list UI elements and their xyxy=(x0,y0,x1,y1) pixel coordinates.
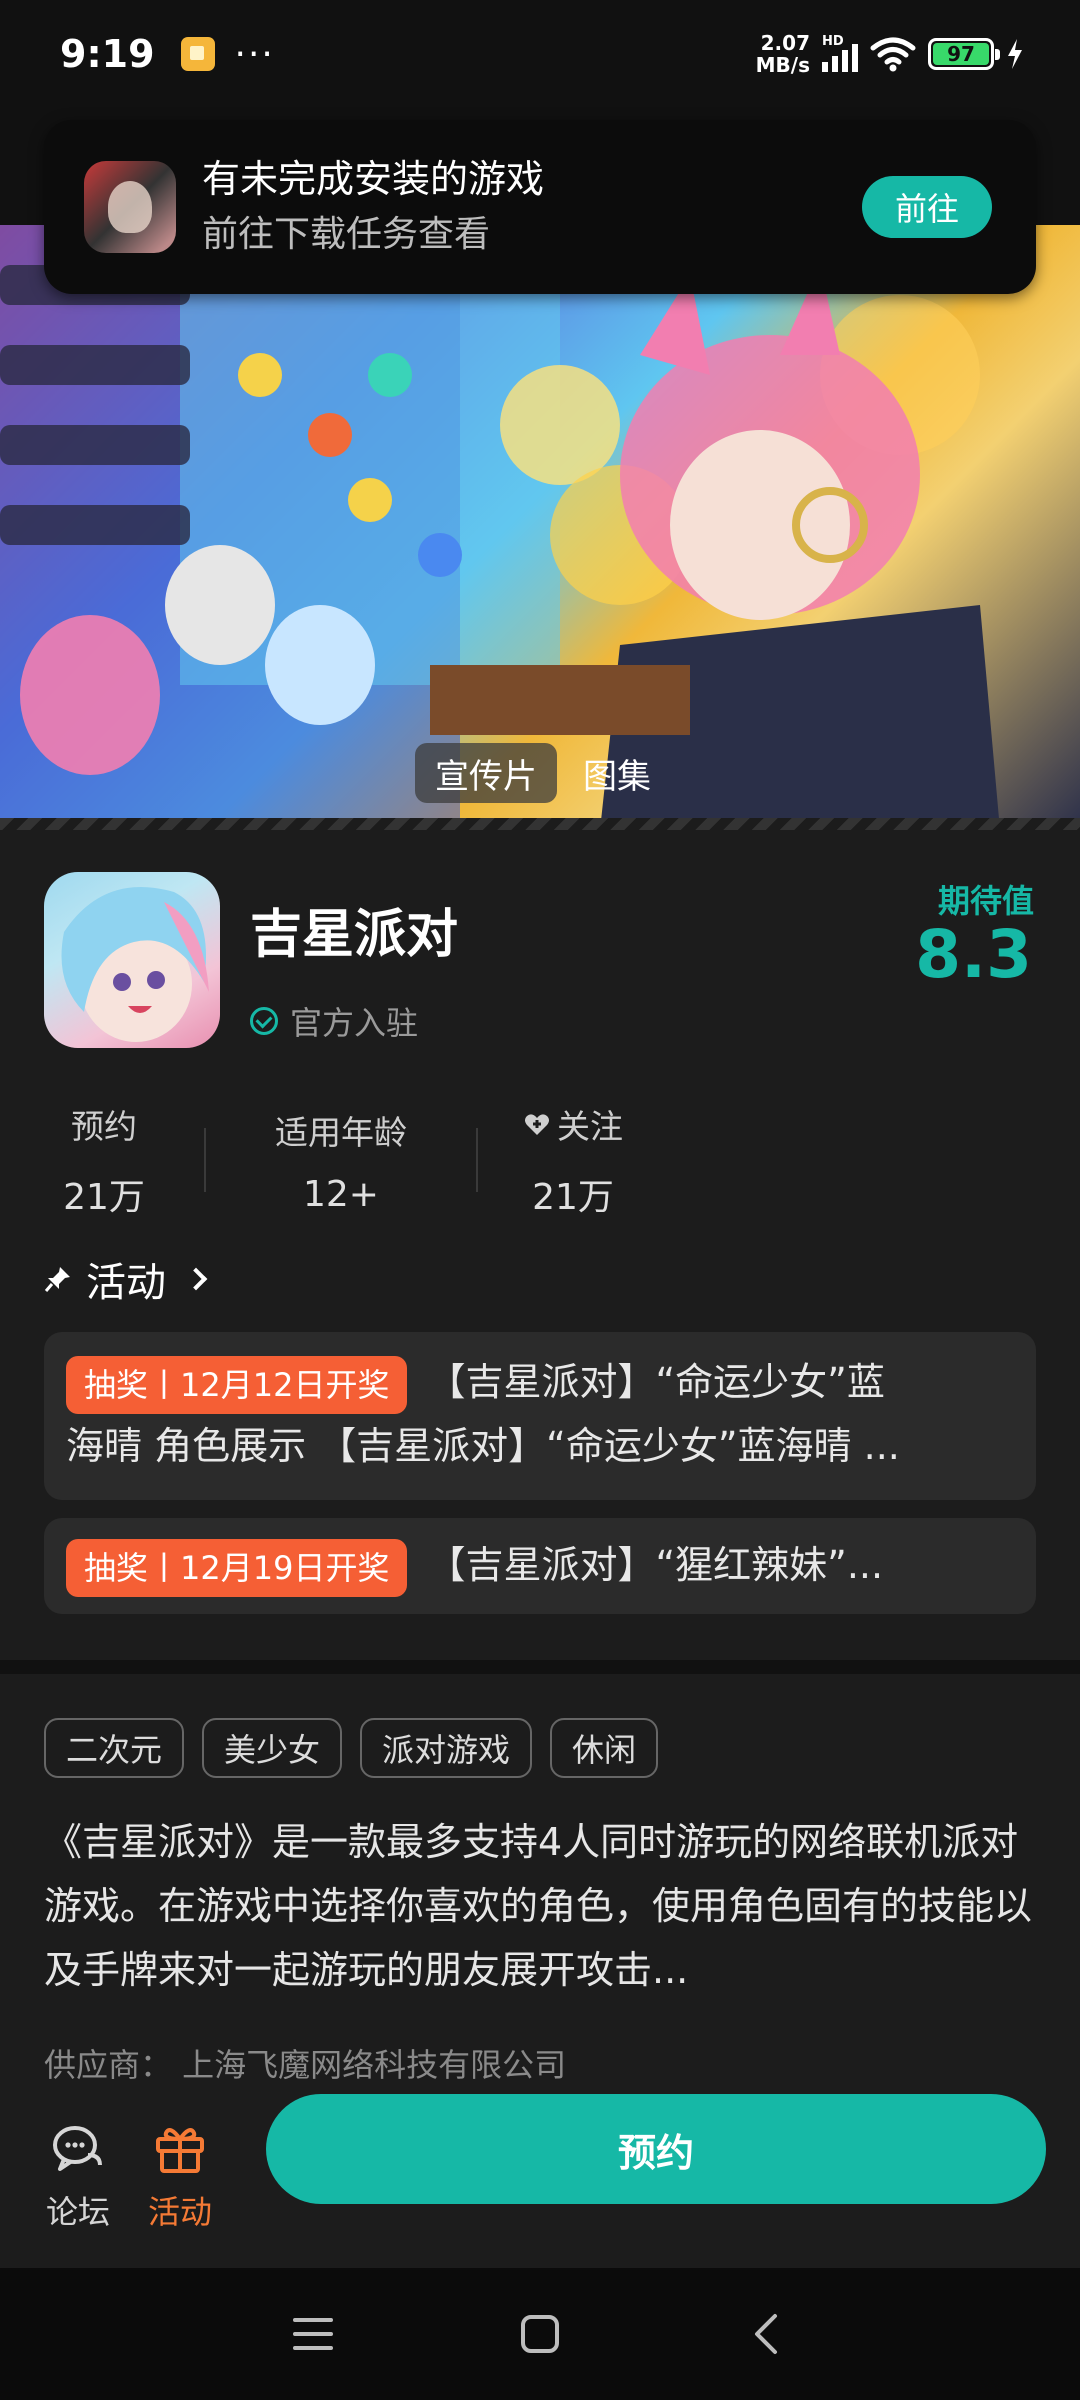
cell-signal-icon: HD xyxy=(822,34,858,72)
notification-text: 有未完成安装的游戏 前往下载任务查看 xyxy=(202,153,862,261)
activities-title: 活动 xyxy=(86,1260,166,1306)
install-notification[interactable]: 有未完成安装的游戏 前往下载任务查看 前往 xyxy=(44,120,1036,294)
activity-text-continued: 海晴 角色展示 【吉星派对】“命运少女”蓝海晴 ... xyxy=(66,1424,900,1468)
heart-plus-icon xyxy=(525,1114,549,1135)
status-time: 9:19 xyxy=(60,32,155,76)
game-description[interactable]: 《吉星派对》是一款最多支持4人同时游玩的网络联机派对游戏。在游戏中选择你喜欢的角… xyxy=(44,1810,1036,2002)
network-speed-unit: MB/s xyxy=(755,53,810,77)
media-banner[interactable]: 宣传片 图集 xyxy=(0,225,1080,830)
battery-level: 97 xyxy=(933,42,989,66)
home-button[interactable] xyxy=(510,2304,570,2364)
stat-divider xyxy=(204,1128,206,1192)
stat-age-rating: 适用年龄 12+ xyxy=(246,1106,436,1215)
status-bar: 9:19 ··· 2.07 MB/s HD 97 xyxy=(0,0,1080,108)
activity-text: 【吉星派对】“命运少女”蓝 xyxy=(427,1360,885,1404)
expectation-score: 8.3 xyxy=(915,916,1032,993)
stat-label: 预约 xyxy=(71,1107,137,1146)
description-section: 二次元 美少女 派对游戏 休闲 《吉星派对》是一款最多支持4人同时游玩的网络联机… xyxy=(0,1674,1080,2094)
tag-chip[interactable]: 派对游戏 xyxy=(360,1718,533,1778)
lottery-badge: 抽奖丨12月12日开奖 xyxy=(66,1355,408,1414)
reserve-button[interactable]: 预约 xyxy=(266,2094,1046,2204)
activity-label: 活动 xyxy=(148,2193,213,2231)
stat-divider xyxy=(476,1128,478,1192)
status-indicators: 2.07 MB/s HD 97 xyxy=(756,32,1024,76)
tag-chip[interactable]: 二次元 xyxy=(44,1718,185,1778)
back-button[interactable] xyxy=(737,2304,797,2364)
banner-divider xyxy=(0,818,1080,830)
verified-check-icon xyxy=(250,1007,278,1035)
tab-gallery[interactable]: 图集 xyxy=(563,743,671,803)
recent-apps-button[interactable] xyxy=(283,2304,343,2364)
activity-text: 【吉星派对】“猩红辣妹”... xyxy=(427,1543,884,1587)
home-square-icon xyxy=(520,2315,559,2353)
notification-title: 有未完成安装的游戏 xyxy=(202,157,545,201)
network-speed-value: 2.07 xyxy=(760,31,810,55)
forum-chat-icon xyxy=(53,2126,102,2171)
chevron-right-icon xyxy=(184,1267,208,1291)
official-badge: 官方入驻 xyxy=(250,998,418,1044)
activity-card[interactable]: 抽奖丨12月19日开奖 【吉星派对】“猩红辣妹”... xyxy=(44,1518,1036,1614)
pending-game-icon xyxy=(84,161,176,253)
activity-button[interactable]: 活动 xyxy=(148,2121,212,2233)
tab-promo-video[interactable]: 宣传片 xyxy=(415,743,557,803)
battery-icon: 97 xyxy=(928,38,1000,70)
forum-label: 论坛 xyxy=(46,2193,111,2231)
go-button[interactable]: 前往 xyxy=(862,176,992,238)
activities-header[interactable]: 活动 xyxy=(44,1250,208,1308)
game-icon xyxy=(44,872,220,1048)
app-screen: 9:19 ··· 2.07 MB/s HD 97 宣传片 图集 有未完成安装的游… xyxy=(0,0,1080,2400)
game-stats: 预约 21万 适用年龄 12+ 关注 21万 xyxy=(44,1100,628,1220)
stat-value: 12+ xyxy=(303,1173,379,1215)
charging-icon xyxy=(1008,39,1022,69)
system-nav-bar xyxy=(0,2268,1080,2400)
stat-value: 21万 xyxy=(63,1177,145,1218)
game-artwork xyxy=(0,225,1000,830)
pin-icon xyxy=(44,1267,70,1292)
lottery-badge: 抽奖丨12月19日开奖 xyxy=(66,1538,408,1597)
tag-list: 二次元 美少女 派对游戏 休闲 xyxy=(44,1718,659,1778)
bottom-action-bar: 论坛 活动 预约 xyxy=(0,2086,1080,2268)
wifi-icon xyxy=(870,37,916,72)
notification-app-icon xyxy=(180,37,215,71)
supplier-info: 供应商： 上海飞魔网络科技有限公司 xyxy=(44,2046,567,2084)
media-tabs: 宣传片 图集 xyxy=(415,743,671,803)
stat-follow[interactable]: 关注 21万 xyxy=(518,1100,628,1220)
stat-label: 适用年龄 xyxy=(275,1112,407,1152)
tag-chip[interactable]: 休闲 xyxy=(550,1718,659,1778)
more-notifications-icon: ··· xyxy=(234,33,275,75)
game-title: 吉星派对 xyxy=(250,905,459,965)
game-info-panel: 吉星派对 官方入驻 期待值 8.3 预约 21万 适用年龄 12+ 关注 21万… xyxy=(0,830,1080,1660)
hd-label: HD xyxy=(822,34,844,49)
forum-button[interactable]: 论坛 xyxy=(46,2121,110,2233)
stat-label-follow: 关注 xyxy=(523,1100,623,1148)
notification-subtitle: 前往下载任务查看 xyxy=(202,214,491,255)
stat-label: 关注 xyxy=(557,1107,623,1146)
activity-card[interactable]: 抽奖丨12月12日开奖 【吉星派对】“命运少女”蓝 海晴 角色展示 【吉星派对】“… xyxy=(44,1332,1036,1500)
tag-chip[interactable]: 美少女 xyxy=(202,1718,343,1778)
stat-reservations: 预约 21万 xyxy=(44,1100,164,1220)
official-badge-label: 官方入驻 xyxy=(290,1004,419,1042)
network-speed: 2.07 MB/s xyxy=(756,32,810,76)
menu-icon xyxy=(293,2318,334,2350)
gift-icon xyxy=(156,2128,205,2173)
stat-value: 21万 xyxy=(532,1177,614,1218)
back-arrow-icon xyxy=(754,2314,777,2354)
